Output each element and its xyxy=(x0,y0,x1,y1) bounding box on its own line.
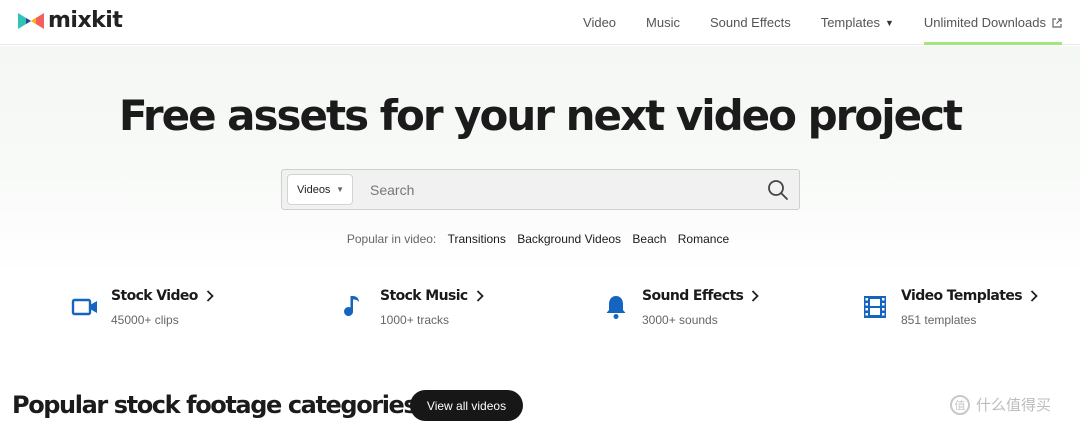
search-type-select[interactable]: Videos ▼ xyxy=(287,174,353,205)
category-title-text: Video Templates xyxy=(901,288,1023,304)
category-title: Stock Video xyxy=(111,288,214,304)
search-bar: Videos ▼ xyxy=(281,169,800,210)
search-input[interactable] xyxy=(362,175,742,205)
popular-link-beach[interactable]: Beach xyxy=(632,232,666,246)
view-all-videos-button[interactable]: View all videos xyxy=(410,390,523,421)
nav-item-sound-effects[interactable]: Sound Effects xyxy=(710,0,791,45)
film-strip-icon xyxy=(864,296,886,318)
popular-searches: Popular in video: Transitions Background… xyxy=(0,232,1080,246)
nav-item-label: Music xyxy=(646,15,680,30)
watermark: 值 什么值得买 xyxy=(950,394,1051,415)
watermark-text: 什么值得买 xyxy=(976,396,1052,414)
nav-item-label: Video xyxy=(583,15,617,30)
category-title: Stock Music xyxy=(380,288,484,304)
popular-link-romance[interactable]: Romance xyxy=(678,232,729,246)
caret-down-icon: ▼ xyxy=(884,17,894,28)
chevron-right-icon xyxy=(206,290,214,302)
category-title: Video Templates xyxy=(901,288,1038,304)
chevron-right-icon xyxy=(752,290,760,302)
nav-item-label: Templates xyxy=(820,15,880,30)
music-note-icon xyxy=(344,296,359,317)
external-link-icon xyxy=(1052,17,1062,28)
category-count: 3000+ sounds xyxy=(642,313,718,327)
chevron-down-icon: ▼ xyxy=(336,185,344,194)
chevron-right-icon xyxy=(1030,290,1038,302)
top-navbar: mixkit Video Music Sound Effects Templat… xyxy=(0,0,1080,45)
main-nav: Video Music Sound Effects Templates ▼ Un… xyxy=(553,0,1062,45)
nav-item-label: Sound Effects xyxy=(709,15,791,30)
category-count: 851 templates xyxy=(901,313,977,327)
chevron-right-icon xyxy=(476,290,484,302)
category-title-text: Stock Video xyxy=(111,288,198,304)
watermark-logo-icon: 值 xyxy=(950,394,970,415)
category-title-text: Sound Effects xyxy=(642,288,744,304)
hero-title: Free assets for your next video project xyxy=(118,91,963,140)
category-title-text: Stock Music xyxy=(380,288,468,304)
nav-item-templates[interactable]: Templates ▼ xyxy=(821,0,894,45)
category-count: 45000+ clips xyxy=(111,313,179,327)
search-icon[interactable] xyxy=(767,179,789,201)
category-title: Sound Effects xyxy=(642,288,760,304)
search-type-value: Videos xyxy=(297,183,331,196)
nav-item-unlimited-downloads[interactable]: Unlimited Downloads xyxy=(923,0,1062,45)
popular-link-background-videos[interactable]: Background Videos xyxy=(517,232,621,246)
nav-item-video[interactable]: Video xyxy=(583,0,616,45)
bell-icon xyxy=(606,296,626,319)
section-title: Popular stock footage categories xyxy=(12,391,418,419)
logo-text: mixkit xyxy=(48,8,123,33)
popular-label: Popular in video: xyxy=(346,232,437,246)
nav-item-music[interactable]: Music xyxy=(646,0,680,45)
category-count: 1000+ tracks xyxy=(380,313,450,327)
mixkit-logo-icon xyxy=(18,13,44,29)
nav-item-label: Unlimited Downloads xyxy=(923,15,1046,30)
popular-link-transitions[interactable]: Transitions xyxy=(448,232,506,246)
video-camera-icon xyxy=(71,298,97,316)
logo[interactable]: mixkit xyxy=(18,8,123,33)
